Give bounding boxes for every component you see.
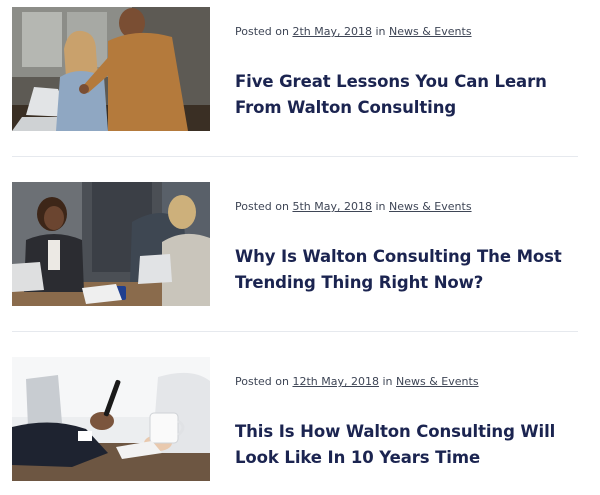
post-1-date-link[interactable]: 2th May, 2018	[292, 25, 372, 38]
post-1-title: Five Great Lessons You Can Learn From Wa…	[235, 69, 578, 121]
blog-post-1: Posted on 2th May, 2018 in News & Events…	[12, 7, 578, 131]
posted-on-label: Posted on	[235, 25, 289, 38]
in-label: in	[382, 375, 393, 388]
post-2-title-link[interactable]: Why Is Walton Consulting The Most Trendi…	[235, 247, 562, 292]
post-3-date-link[interactable]: 12th May, 2018	[292, 375, 379, 388]
post-1-thumbnail-image[interactable]	[12, 7, 210, 131]
post-3-title: This Is How Walton Consulting Will Look …	[235, 419, 578, 471]
post-divider	[12, 156, 578, 157]
in-label: in	[375, 25, 386, 38]
post-1-category-link[interactable]: News & Events	[389, 25, 472, 38]
post-2-meta: Posted on 5th May, 2018 in News & Events	[235, 200, 472, 213]
post-3-thumbnail-image[interactable]	[12, 357, 210, 481]
post-1-meta: Posted on 2th May, 2018 in News & Events	[235, 25, 472, 38]
posted-on-label: Posted on	[235, 375, 289, 388]
blog-post-2: Posted on 5th May, 2018 in News & Events…	[12, 182, 578, 306]
post-2-date-link[interactable]: 5th May, 2018	[292, 200, 372, 213]
post-3-meta: Posted on 12th May, 2018 in News & Event…	[235, 375, 479, 388]
posted-on-label: Posted on	[235, 200, 289, 213]
post-2-category-link[interactable]: News & Events	[389, 200, 472, 213]
post-1-title-link[interactable]: Five Great Lessons You Can Learn From Wa…	[235, 72, 547, 117]
blog-post-3: Posted on 12th May, 2018 in News & Event…	[12, 357, 578, 481]
in-label: in	[375, 200, 386, 213]
post-divider	[12, 331, 578, 332]
post-2-thumbnail-image[interactable]	[12, 182, 210, 306]
post-2-title: Why Is Walton Consulting The Most Trendi…	[235, 244, 578, 296]
post-3-category-link[interactable]: News & Events	[396, 375, 479, 388]
post-3-title-link[interactable]: This Is How Walton Consulting Will Look …	[235, 422, 555, 467]
